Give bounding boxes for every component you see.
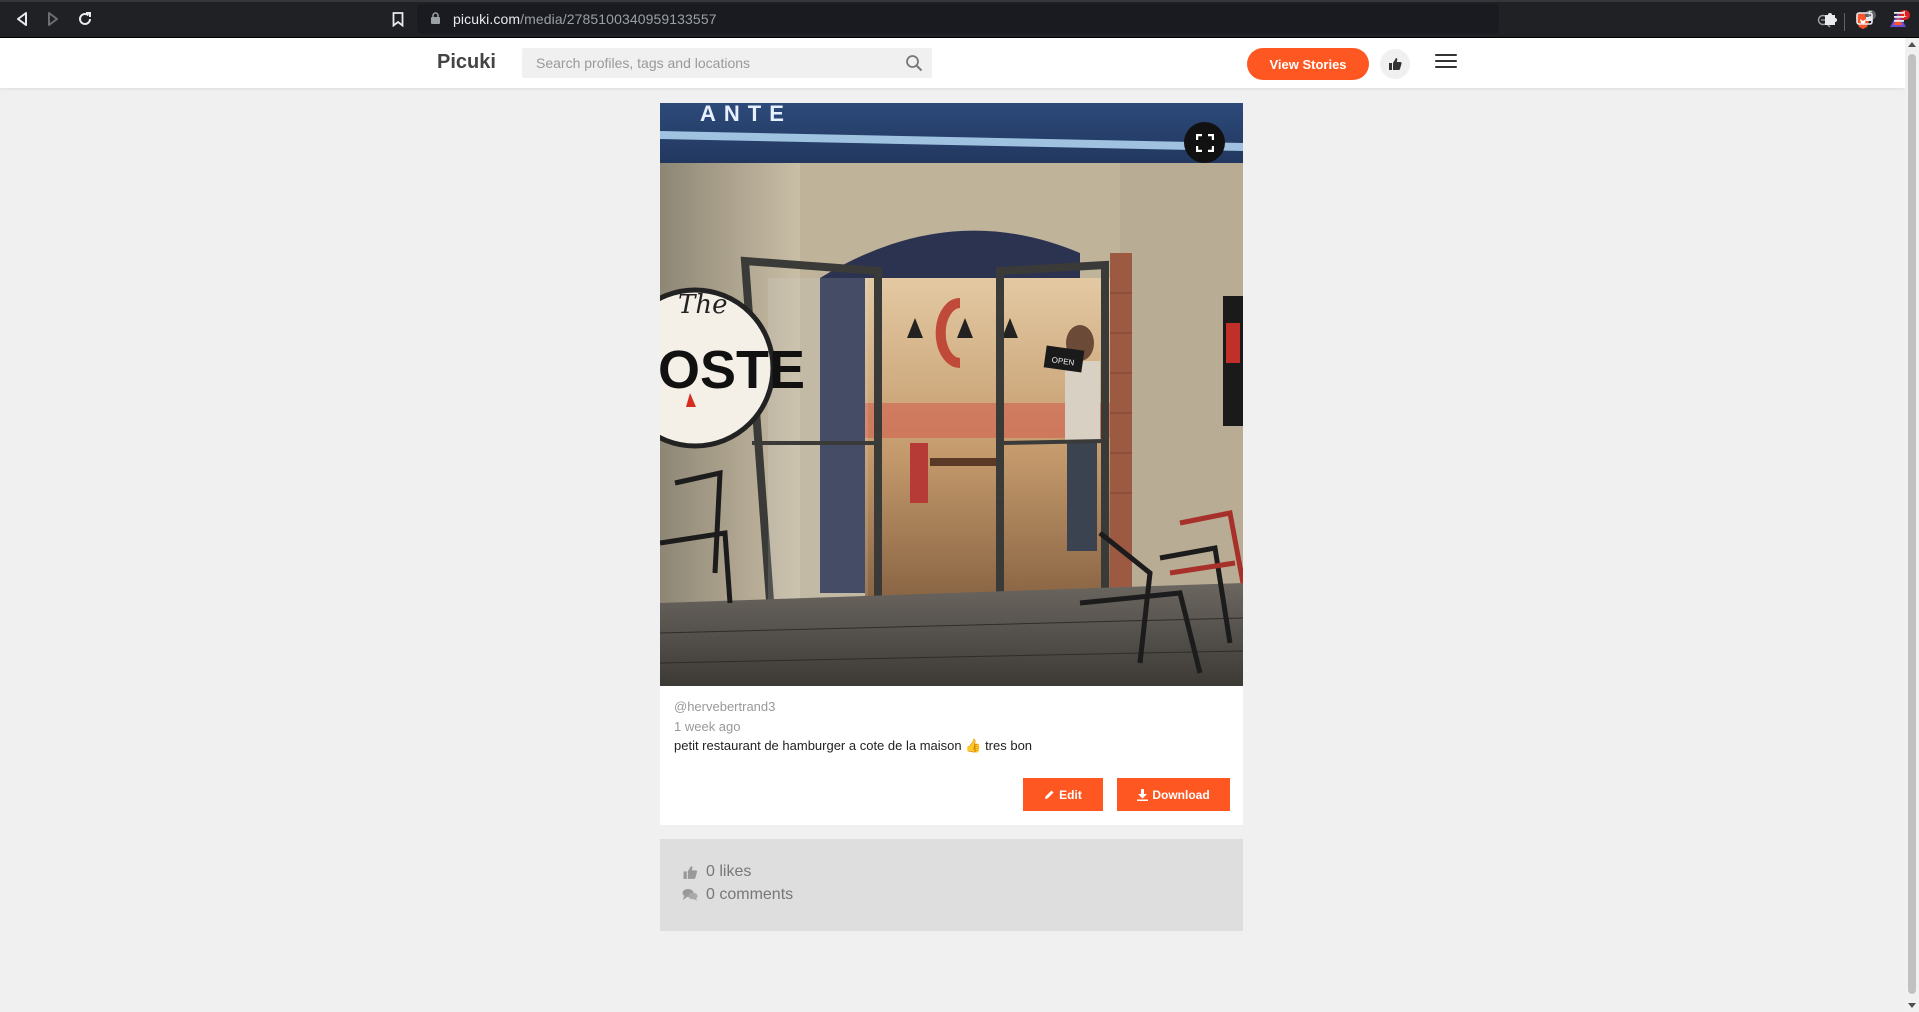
post-card: ANTE OPEN The OSTE @hervebertrand3 1 wee… xyxy=(660,103,1243,825)
scrollbar-thumb[interactable] xyxy=(1908,54,1916,994)
site-header: Picuki View Stories xyxy=(0,38,1905,88)
view-stories-button[interactable]: View Stories xyxy=(1247,48,1369,80)
site-logo[interactable]: Picuki xyxy=(437,51,496,74)
likes-label: 0 likes xyxy=(706,863,752,880)
wallet-icon[interactable] xyxy=(1856,10,1874,26)
address-bar[interactable]: picuki.com/media/2785100340959133557 5 1 xyxy=(417,4,1910,34)
download-icon xyxy=(1137,788,1149,801)
post-caption: petit restaurant de hamburger a cote de … xyxy=(674,738,1032,754)
search-input[interactable] xyxy=(522,48,932,78)
thumbs-up-icon xyxy=(683,865,698,879)
download-button[interactable]: Download xyxy=(1117,778,1230,811)
url-text: picuki.com/media/2785100340959133557 xyxy=(453,11,717,27)
scroll-down-arrow-icon[interactable] xyxy=(1908,1003,1916,1008)
back-arrow-icon xyxy=(17,12,27,26)
caption-text: petit restaurant de hamburger a cote de … xyxy=(674,738,962,753)
comments-label: 0 comments xyxy=(706,886,794,903)
caption-text-end: tres bon xyxy=(985,738,1033,753)
url-separator xyxy=(1844,13,1845,31)
url-path: /media/2785100340959133557 xyxy=(520,11,717,27)
post-time: 1 week ago xyxy=(674,719,741,734)
scroll-up-arrow-icon[interactable] xyxy=(1908,42,1916,47)
svg-text:ANTE: ANTE xyxy=(700,103,792,126)
search-icon[interactable] xyxy=(905,54,923,72)
extensions-puzzle-icon[interactable] xyxy=(1823,10,1839,26)
browser-toolbar: picuki.com/media/2785100340959133557 5 1 xyxy=(0,0,1919,38)
url-domain: picuki.com xyxy=(453,11,521,27)
comments-count: 0 comments xyxy=(682,886,793,904)
back-button[interactable] xyxy=(12,9,32,29)
lock-icon xyxy=(431,12,440,24)
pencil-icon xyxy=(1045,790,1054,799)
forward-arrow-icon xyxy=(48,12,58,26)
bookmark-icon xyxy=(392,11,404,27)
edit-button-label: Edit xyxy=(1059,787,1082,802)
edit-button[interactable]: Edit xyxy=(1023,778,1103,811)
download-button-label: Download xyxy=(1152,787,1210,802)
svg-text:The: The xyxy=(678,290,727,320)
post-username[interactable]: @hervebertrand3 xyxy=(674,699,775,714)
fullscreen-button[interactable] xyxy=(1184,122,1225,163)
comments-icon xyxy=(682,889,698,901)
site-menu-button[interactable] xyxy=(1435,54,1457,72)
reload-button[interactable] xyxy=(75,9,95,29)
bookmark-button[interactable] xyxy=(388,9,408,29)
restaurant-photo-illustration: ANTE OPEN The OSTE xyxy=(660,103,1243,686)
thumbs-up-icon xyxy=(1389,58,1402,70)
caption-emoji: 👍 xyxy=(965,738,982,753)
likes-count: 0 likes xyxy=(682,863,751,881)
svg-text:OSTE: OSTE xyxy=(660,340,805,400)
post-photo[interactable]: ANTE OPEN The OSTE xyxy=(660,103,1243,686)
page-scrollbar[interactable] xyxy=(1905,38,1919,1012)
like-site-button[interactable] xyxy=(1380,49,1410,79)
tab-strip-edge xyxy=(0,0,1919,2)
browser-menu-icon[interactable] xyxy=(1893,10,1905,24)
expand-icon xyxy=(1195,133,1214,152)
post-stats: 0 likes 0 comments xyxy=(660,839,1243,931)
forward-button[interactable] xyxy=(43,9,63,29)
reload-icon xyxy=(79,12,91,25)
